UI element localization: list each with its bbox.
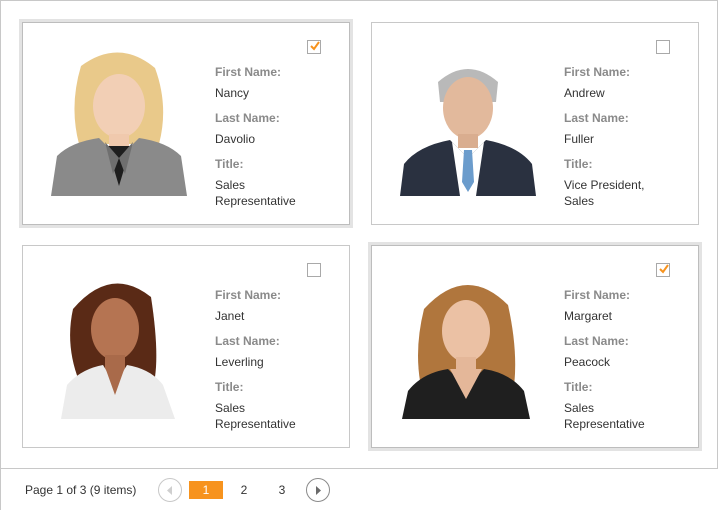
last-name-label: Last Name: — [215, 111, 280, 125]
chevron-left-icon — [167, 486, 172, 495]
last-name-label: Last Name: — [564, 334, 629, 348]
pager: Page 1 of 3 (9 items) 1 2 3 — [1, 468, 718, 510]
last-name-value: Peacock — [564, 355, 611, 369]
employee-card[interactable]: First Name: Margaret Last Name: Peacock … — [371, 245, 699, 448]
last-name-label: Last Name: — [564, 111, 629, 125]
employee-fields: First Name: Nancy Last Name: Davolio Tit… — [215, 64, 343, 209]
select-checkbox[interactable] — [307, 40, 321, 54]
title-value-line2: Representative — [215, 194, 296, 208]
employee-fields: First Name: Margaret Last Name: Peacock … — [564, 287, 692, 432]
next-page-button[interactable] — [306, 478, 330, 502]
last-name-label: Last Name: — [215, 334, 280, 348]
page-button-1[interactable]: 1 — [189, 481, 223, 499]
employee-photo — [51, 46, 187, 196]
title-label: Title: — [215, 157, 244, 171]
title-label: Title: — [564, 380, 593, 394]
last-name-value: Fuller — [564, 132, 595, 146]
employee-card[interactable]: First Name: Nancy Last Name: Davolio Tit… — [22, 22, 350, 225]
first-name-label: First Name: — [564, 288, 631, 302]
title-value-line1: Sales — [215, 178, 246, 192]
chevron-right-icon — [316, 486, 321, 495]
first-name-label: First Name: — [215, 65, 282, 79]
title-label: Title: — [215, 380, 244, 394]
first-name-label: First Name: — [564, 65, 631, 79]
title-value-line2: Sales — [564, 194, 595, 208]
first-name-value: Nancy — [215, 86, 250, 100]
title-label: Title: — [564, 157, 593, 171]
employee-card[interactable]: First Name: Andrew Last Name: Fuller Tit… — [371, 22, 699, 225]
employee-fields: First Name: Janet Last Name: Leverling T… — [215, 287, 343, 432]
employee-card[interactable]: First Name: Janet Last Name: Leverling T… — [22, 245, 350, 448]
select-checkbox[interactable] — [656, 40, 670, 54]
first-name-value: Andrew — [564, 86, 605, 100]
title-value-line1: Sales — [564, 401, 595, 415]
title-value-line2: Representative — [564, 417, 645, 431]
first-name-value: Janet — [215, 309, 245, 323]
employee-photo — [51, 269, 187, 419]
pager-info: Page 1 of 3 (9 items) — [25, 483, 137, 497]
employee-photo — [400, 269, 536, 419]
title-value-line1: Sales — [215, 401, 246, 415]
page-button-2[interactable]: 2 — [227, 481, 261, 499]
select-checkbox[interactable] — [307, 263, 321, 277]
checkmark-icon — [659, 264, 669, 274]
first-name-value: Margaret — [564, 309, 613, 323]
last-name-value: Leverling — [215, 355, 264, 369]
page-button-3[interactable]: 3 — [265, 481, 299, 499]
last-name-value: Davolio — [215, 132, 256, 146]
select-checkbox[interactable] — [656, 263, 670, 277]
title-value-line2: Representative — [215, 417, 296, 431]
checkmark-icon — [310, 41, 320, 51]
first-name-label: First Name: — [215, 288, 282, 302]
prev-page-button[interactable] — [158, 478, 182, 502]
employee-photo — [400, 46, 536, 196]
employee-fields: First Name: Andrew Last Name: Fuller Tit… — [564, 64, 692, 209]
title-value-line1: Vice President, — [564, 178, 645, 192]
card-view: First Name: Nancy Last Name: Davolio Tit… — [0, 0, 718, 510]
